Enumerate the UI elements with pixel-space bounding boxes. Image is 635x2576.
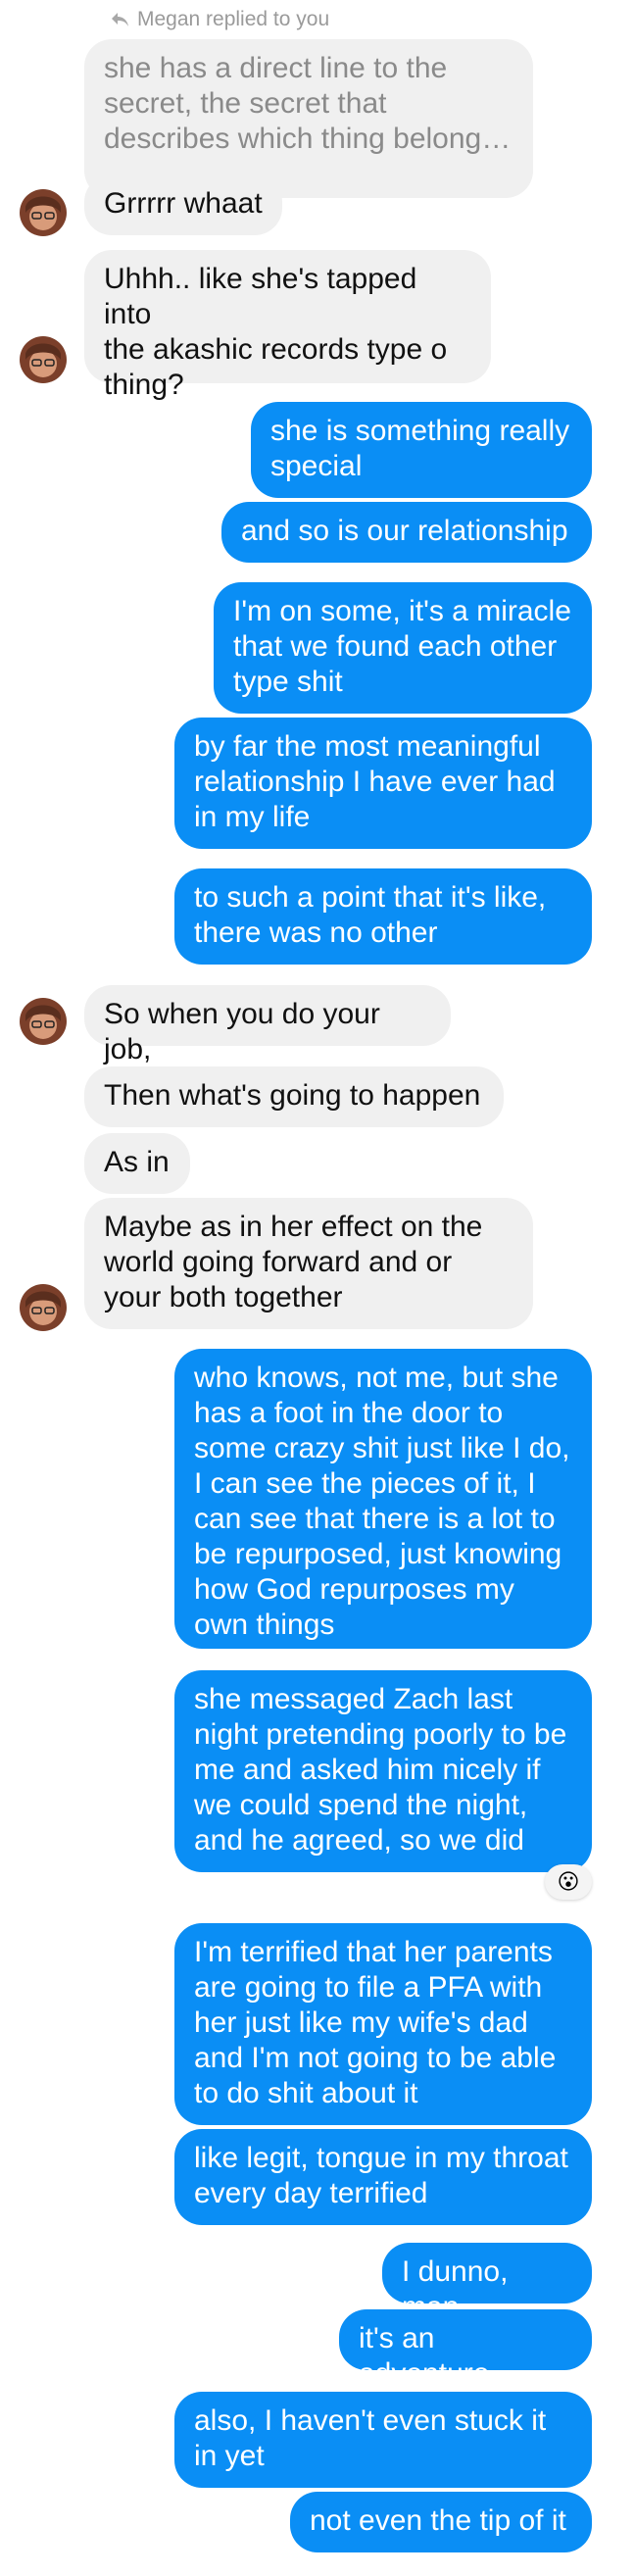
avatar-image <box>20 189 67 236</box>
outgoing-message[interactable]: and so is our relationship <box>221 502 592 563</box>
incoming-message[interactable]: Then what's going to happen <box>84 1066 504 1127</box>
outgoing-message[interactable]: also, I haven't even stuck it in yet <box>174 2392 592 2488</box>
outgoing-message[interactable]: to such a point that it's like, there wa… <box>174 868 592 965</box>
outgoing-message[interactable]: she messaged Zach last night pretending … <box>174 1670 592 1872</box>
surprised-face-icon: 😮 <box>557 1869 580 1894</box>
outgoing-message[interactable]: it's an adventure <box>339 2309 592 2390</box>
outgoing-message[interactable]: I dunno, man <box>382 2243 592 2323</box>
avatar-image <box>20 1284 67 1331</box>
incoming-message[interactable]: So when you do your job, <box>84 985 451 1065</box>
reply-note-text: Megan replied to you <box>137 8 330 30</box>
avatar[interactable] <box>20 189 67 236</box>
outgoing-message[interactable]: who knows, not me, but she has a foot in… <box>174 1349 592 1649</box>
message-reaction[interactable]: 😮 <box>545 1864 592 1900</box>
incoming-message[interactable]: Uhhh.. like she's tapped into the akashi… <box>84 250 491 401</box>
reply-note: Megan replied to you <box>110 8 329 31</box>
outgoing-message[interactable]: she is something really special <box>251 402 592 498</box>
outgoing-message[interactable]: like legit, tongue in my throat every da… <box>174 2129 592 2225</box>
avatar[interactable] <box>20 336 67 383</box>
incoming-message[interactable]: As in <box>84 1133 190 1194</box>
avatar-image <box>20 998 67 1045</box>
incoming-message[interactable]: Grrrrr whaat <box>84 174 282 235</box>
avatar[interactable] <box>20 1284 67 1331</box>
outgoing-message[interactable]: I'm on some, it's a miracle that we foun… <box>214 582 592 714</box>
reply-arrow-icon <box>112 13 128 26</box>
incoming-message[interactable]: Maybe as in her effect on the world goin… <box>84 1198 533 1329</box>
outgoing-message[interactable]: I'm terrified that her parents are going… <box>174 1923 592 2125</box>
outgoing-message[interactable]: not even the tip of it <box>290 2492 592 2552</box>
avatar[interactable] <box>20 998 67 1045</box>
avatar-image <box>20 336 67 383</box>
outgoing-message[interactable]: by far the most meaningful relationship … <box>174 718 592 849</box>
